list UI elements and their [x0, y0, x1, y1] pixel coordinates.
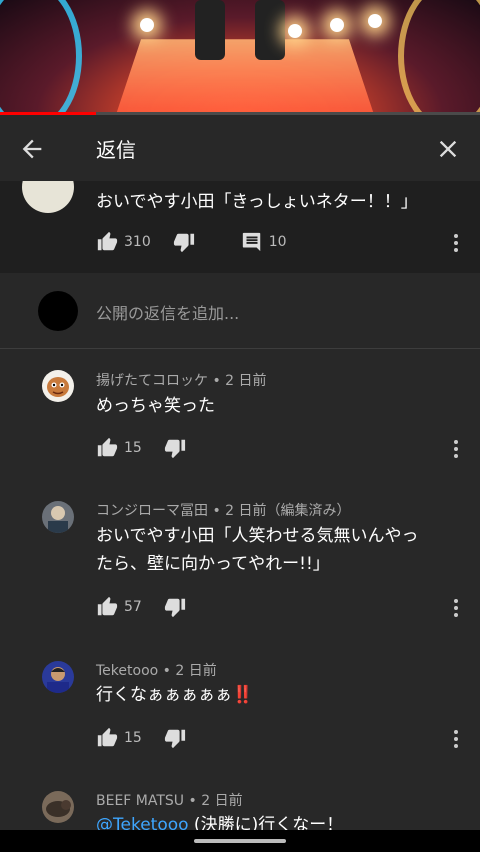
like-count: 15 [124, 440, 142, 456]
more-vert-icon[interactable] [452, 234, 460, 255]
stage-light [288, 24, 302, 38]
comment-icon[interactable] [241, 231, 263, 253]
comment-text: おいでやす小田「きっしょいネター！！」 [96, 192, 418, 212]
double-exclamation-emoji: ‼️ [232, 685, 254, 705]
thumbs-down-icon[interactable] [164, 596, 186, 618]
comment-actions: 15 [96, 437, 186, 459]
stage-light [368, 14, 382, 28]
thumbs-up-icon[interactable] [96, 437, 118, 459]
more-vert-icon[interactable] [452, 440, 460, 461]
comment-text: おいでやす小田「人笑わせる気無いんやっ たら、壁に向かってやれー!!」 [96, 522, 456, 578]
thumbs-up-icon[interactable] [96, 596, 118, 618]
comment-actions: 310 10 [96, 231, 287, 253]
comment-author[interactable]: コンジローマ冨田 • 2 日前（編集済み） [96, 500, 351, 520]
close-icon[interactable] [434, 135, 462, 163]
comment-actions: 15 [96, 727, 186, 749]
more-vert-icon[interactable] [452, 730, 460, 751]
replies-header: 返信 [0, 115, 480, 181]
performer [255, 0, 285, 60]
avatar[interactable] [42, 791, 74, 823]
mention-link[interactable]: @Teketooo [96, 815, 189, 830]
more-vert-icon[interactable] [452, 599, 460, 620]
comment-text-line: おいでやす小田「人笑わせる気無いんやっ [96, 526, 419, 546]
thumbs-down-icon[interactable] [164, 727, 186, 749]
list-item: BEEF MATSU • 2 日前 @Teketooo (決勝に)行くなー！ [0, 774, 480, 830]
comment-author[interactable]: Teketooo • 2 日前 [96, 660, 217, 680]
list-item: Teketooo • 2 日前 行くなぁぁぁぁぁ‼️ 15 [0, 644, 480, 774]
add-reply-row[interactable]: 公開の返信を追加... [0, 273, 480, 349]
home-gesture-pill[interactable] [194, 839, 286, 843]
system-nav-bar [0, 830, 480, 852]
avatar[interactable] [42, 501, 74, 533]
stage-light-arc [0, 0, 82, 115]
reply-input[interactable]: 公開の返信を追加... [96, 300, 239, 324]
video-player[interactable] [0, 0, 480, 115]
stage-floor [116, 39, 374, 114]
performer [195, 0, 225, 60]
list-item: 揚げたてコロッケ • 2 日前 めっちゃ笑った 15 [0, 349, 480, 479]
comment-actions: 57 [96, 596, 186, 618]
stage-light-arc [398, 0, 480, 115]
page-title: 返信 [96, 138, 136, 162]
comment-text-main: (決勝に)行くなー！ [188, 815, 344, 830]
comment-text: 行くなぁぁぁぁぁ‼️ [96, 681, 456, 709]
avatar [38, 291, 78, 331]
like-count: 310 [124, 234, 151, 250]
thumbs-down-icon[interactable] [164, 437, 186, 459]
comment-text-line: たら、壁に向かってやれー!!」 [96, 554, 330, 574]
reply-count: 10 [268, 234, 287, 250]
stage-light [330, 18, 344, 32]
avatar[interactable] [42, 661, 74, 693]
thumbs-up-icon[interactable] [96, 231, 118, 253]
thumbs-down-icon[interactable] [173, 231, 195, 253]
comment-text-main: 行くなぁぁぁぁぁ [96, 685, 232, 705]
like-count: 57 [124, 599, 142, 615]
comment-text: @Teketooo (決勝に)行くなー！ [96, 811, 456, 830]
thumbs-up-icon[interactable] [96, 727, 118, 749]
avatar[interactable] [42, 370, 74, 402]
like-count: 15 [124, 730, 142, 746]
stage-light [140, 18, 154, 32]
arrow-left-icon[interactable] [18, 135, 46, 163]
parent-comment: おいでやす小田「きっしょいネター！！」 310 10 [0, 181, 480, 273]
comment-text: めっちゃ笑った [96, 396, 215, 416]
comment-author[interactable]: 揚げたてコロッケ • 2 日前 [96, 370, 267, 390]
list-item: コンジローマ冨田 • 2 日前（編集済み） おいでやす小田「人笑わせる気無いんや… [0, 479, 480, 644]
avatar[interactable] [22, 181, 74, 213]
comment-author[interactable]: BEEF MATSU • 2 日前 [96, 790, 243, 810]
